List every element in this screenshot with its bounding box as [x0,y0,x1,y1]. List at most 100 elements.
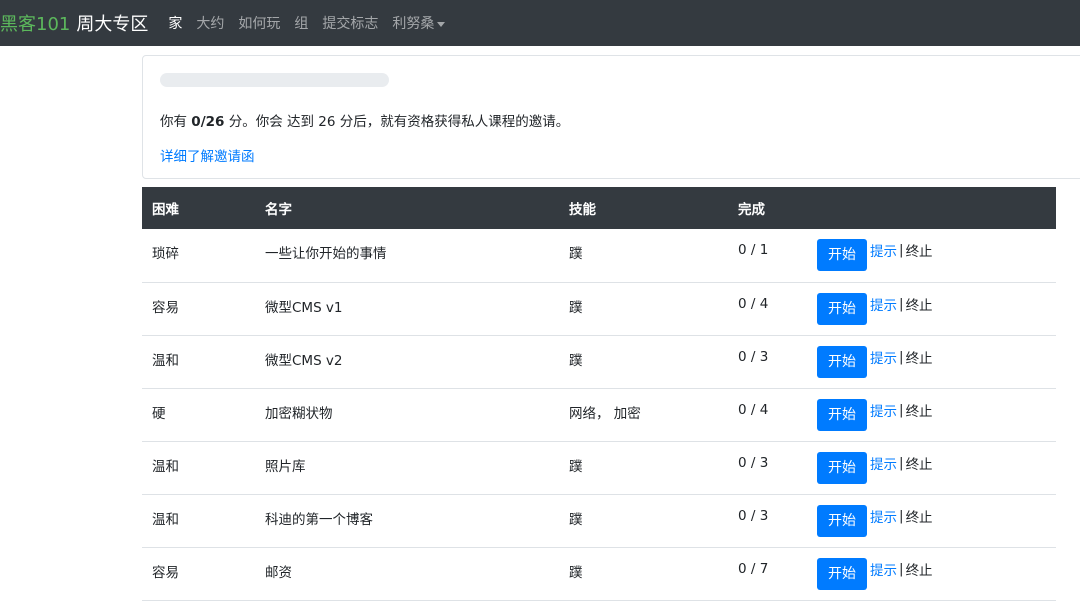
completed-count: 0 / 4 [738,401,769,418]
nav-item-about[interactable]: 大约 [196,13,224,33]
start-button[interactable]: 开始 [817,398,867,431]
table-row: 温和 科迪的第一个博客 蹼 0 / 3 开始 提示 | 终止 [142,494,1056,548]
cell-skills: 蹼 [559,441,728,495]
skills-text: 蹼 [569,564,583,581]
completed-count: 0 / 3 [738,454,769,471]
cell-name: 照片库 [255,441,559,495]
completed-count: 0 / 7 [738,560,769,577]
table-row: 容易 微型CMS v1 蹼 0 / 4 开始 提示 | 终止 [142,282,1056,336]
stop-text[interactable]: 终止 [906,404,933,420]
start-button[interactable]: 开始 [817,557,867,590]
cell-completed: 0 / 3 [728,335,807,389]
cell-skills: 蹼 [559,229,728,283]
cell-name: 加密糊状物 [255,388,559,442]
cell-difficulty: 温和 [142,494,255,548]
points-prefix: 你有 [160,114,192,130]
hint-link[interactable]: 提示 [870,244,897,260]
stop-text[interactable]: 终止 [906,457,933,473]
nav-item-submit-flag[interactable]: 提交标志 [322,13,378,33]
challenge-name: 微型CMS v2 [265,352,343,369]
nav-item-how-to-play[interactable]: 如何玩 [238,13,280,33]
caret-down-icon [437,21,446,27]
nav-item-home[interactable]: 家 [168,13,182,33]
cell-name: 邮资 [255,547,559,601]
brand-primary: 黑客101 [0,14,71,35]
challenge-name: 加密糊状物 [265,405,333,422]
nav-item-groups[interactable]: 组 [294,13,308,33]
skills-text: 蹼 [569,511,583,528]
challenge-name: 照片库 [265,458,306,475]
skills-text: 蹼 [569,299,583,316]
brand-logo[interactable]: 黑客101 周大专区 [0,10,148,36]
start-button[interactable]: 开始 [817,292,867,325]
cell-difficulty: 容易 [142,282,255,336]
hint-link[interactable]: 提示 [870,404,897,420]
cell-skills: 蹼 [559,494,728,548]
cell-actions: 开始 提示 | 终止 [807,282,1056,336]
difficulty-text: 温和 [152,458,179,475]
cell-completed: 0 / 4 [728,388,807,442]
hint-link[interactable]: 提示 [870,351,897,367]
difficulty-text: 琐碎 [152,246,179,262]
cell-difficulty: 琐碎 [142,229,255,283]
cell-actions: 开始 提示 | 终止 [807,494,1056,548]
start-button[interactable]: 开始 [817,345,867,378]
stop-text[interactable]: 终止 [906,244,933,260]
cell-skills: 蹼 [559,547,728,601]
hint-link[interactable]: 提示 [870,563,897,579]
hint-link[interactable]: 提示 [870,457,897,473]
points-suffix: 分。你会 达到 26 分后，就有资格获得私人课程的邀请。 [224,114,570,130]
start-button[interactable]: 开始 [817,504,867,537]
cell-skills: 蹼 [559,335,728,389]
cell-actions: 开始 提示 | 终止 [807,229,1056,283]
header-actions [807,187,1056,229]
cell-difficulty: 容易 [142,547,255,601]
difficulty-text: 容易 [152,299,179,316]
learn-more-link[interactable]: 详细了解邀请函 [160,145,255,165]
action-separator: | [899,348,904,365]
completed-count: 0 / 4 [738,295,769,312]
table-header-row: 困难 名字 技能 完成 [142,187,1056,229]
cell-name: 微型CMS v1 [255,282,559,336]
difficulty-text: 温和 [152,511,179,528]
action-separator: | [899,401,904,418]
skills-text: 网络， 加密 [569,405,641,422]
nav-item-user-menu[interactable]: 利努桑 [392,13,446,33]
skills-text: 蹼 [569,352,583,369]
stop-text[interactable]: 终止 [906,351,933,367]
completed-count: 0 / 3 [738,348,769,365]
points-message: 你有 0/26 分。你会 达到 26 分后，就有资格获得私人课程的邀请。 [160,110,569,130]
cell-actions: 开始 提示 | 终止 [807,388,1056,442]
cell-name: 科迪的第一个博客 [255,494,559,548]
table-row: 硬 加密糊状物 网络， 加密 0 / 4 开始 提示 | 终止 [142,388,1056,442]
header-skills: 技能 [569,202,596,218]
completed-count: 0 / 3 [738,507,769,524]
stop-text[interactable]: 终止 [906,563,933,579]
table-row: 琐碎 一些让你开始的事情 蹼 0 / 1 开始 提示 | 终止 [142,229,1056,283]
hint-link[interactable]: 提示 [870,510,897,526]
table-row: 温和 微型CMS v2 蹼 0 / 3 开始 提示 | 终止 [142,335,1056,389]
challenge-name: 邮资 [265,564,292,581]
stop-text[interactable]: 终止 [906,510,933,526]
challenge-name: 一些让你开始的事情 [265,246,387,262]
cell-skills: 网络， 加密 [559,388,728,442]
challenge-table: 困难 名字 技能 完成 琐碎 一些让你开始的事情蹼 0 / 1 开始 提示 | 终止 容易 微型… [142,187,1056,601]
header-difficulty: 困难 [152,202,179,218]
completed-count: 0 / 1 [738,242,769,258]
cell-difficulty: 温和 [142,335,255,389]
skills-text: 蹼 [569,246,583,262]
stop-text[interactable]: 终止 [906,298,933,314]
action-separator: | [899,242,904,258]
user-menu-label: 利努桑 [392,16,435,32]
cell-name: 微型CMS v2 [255,335,559,389]
cell-name: 一些让你开始的事情 [255,229,559,283]
start-button[interactable]: 开始 [817,451,867,484]
nav-menu: 家 大约 如何玩 组 提交标志 利努桑 [168,13,459,33]
top-navbar: 黑客101 周大专区 家 大约 如何玩 组 提交标志 利努桑 [0,0,1080,46]
start-button[interactable]: 开始 [817,239,867,271]
difficulty-text: 容易 [152,564,179,581]
hint-link[interactable]: 提示 [870,298,897,314]
header-name: 名字 [265,202,292,218]
cell-skills: 蹼 [559,282,728,336]
invite-progress-bar [160,73,389,87]
